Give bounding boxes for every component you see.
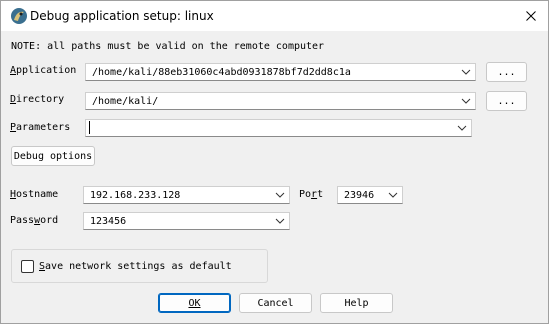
text-caret: [89, 121, 90, 134]
debug-options-label: Debug options: [13, 150, 93, 162]
parameters-label: Parameters: [10, 122, 71, 133]
application-browse-button[interactable]: ...: [486, 62, 527, 82]
debug-setup-dialog: Debug application setup: linux NOTE: all…: [0, 0, 549, 324]
directory-browse-button[interactable]: ...: [486, 91, 527, 111]
ok-button[interactable]: OK: [158, 293, 231, 313]
note-text: NOTE: all paths must be valid on the rem…: [11, 41, 325, 52]
hostname-value: 192.168.233.128: [90, 190, 181, 201]
port-combo[interactable]: 23946: [337, 186, 403, 204]
hostname-combo[interactable]: 192.168.233.128: [83, 186, 290, 204]
chevron-down-icon: [457, 125, 467, 131]
directory-value: /home/kali/: [92, 96, 159, 107]
help-label: Help: [344, 297, 369, 309]
parameters-combo[interactable]: [85, 119, 472, 137]
ok-label: OK: [188, 297, 201, 309]
window-title: Debug application setup: linux: [30, 9, 214, 23]
application-label: Application: [10, 65, 77, 76]
cancel-label: Cancel: [257, 297, 294, 309]
application-label-rest: pplication: [16, 65, 77, 76]
ida-app-icon: [11, 8, 27, 24]
password-value: 123456: [90, 216, 127, 227]
chevron-down-icon: [461, 69, 471, 75]
debug-options-button[interactable]: Debug options: [11, 146, 95, 166]
application-value: /home/kali/88eb31060c4abd0931878bf7d2dd8…: [92, 67, 351, 78]
save-defaults-checkbox[interactable]: [21, 260, 34, 273]
cancel-button[interactable]: Cancel: [239, 293, 312, 313]
directory-label: Directory: [10, 94, 65, 105]
title-bar: Debug application setup: linux: [1, 1, 548, 31]
save-defaults-label[interactable]: Save network settings as default: [39, 261, 232, 272]
chevron-down-icon: [388, 192, 398, 198]
password-combo[interactable]: 123456: [83, 212, 290, 230]
close-button[interactable]: [516, 3, 546, 29]
hostname-label: Hostname: [10, 189, 59, 200]
chevron-down-icon: [275, 218, 285, 224]
close-icon: [526, 11, 536, 21]
port-label: Port: [299, 189, 324, 200]
directory-combo[interactable]: /home/kali/: [85, 92, 476, 110]
help-button[interactable]: Help: [320, 293, 393, 313]
application-combo[interactable]: /home/kali/88eb31060c4abd0931878bf7d2dd8…: [85, 63, 476, 81]
chevron-down-icon: [275, 192, 285, 198]
port-value: 23946: [344, 190, 375, 201]
chevron-down-icon: [461, 98, 471, 104]
password-label: Password: [10, 215, 59, 226]
